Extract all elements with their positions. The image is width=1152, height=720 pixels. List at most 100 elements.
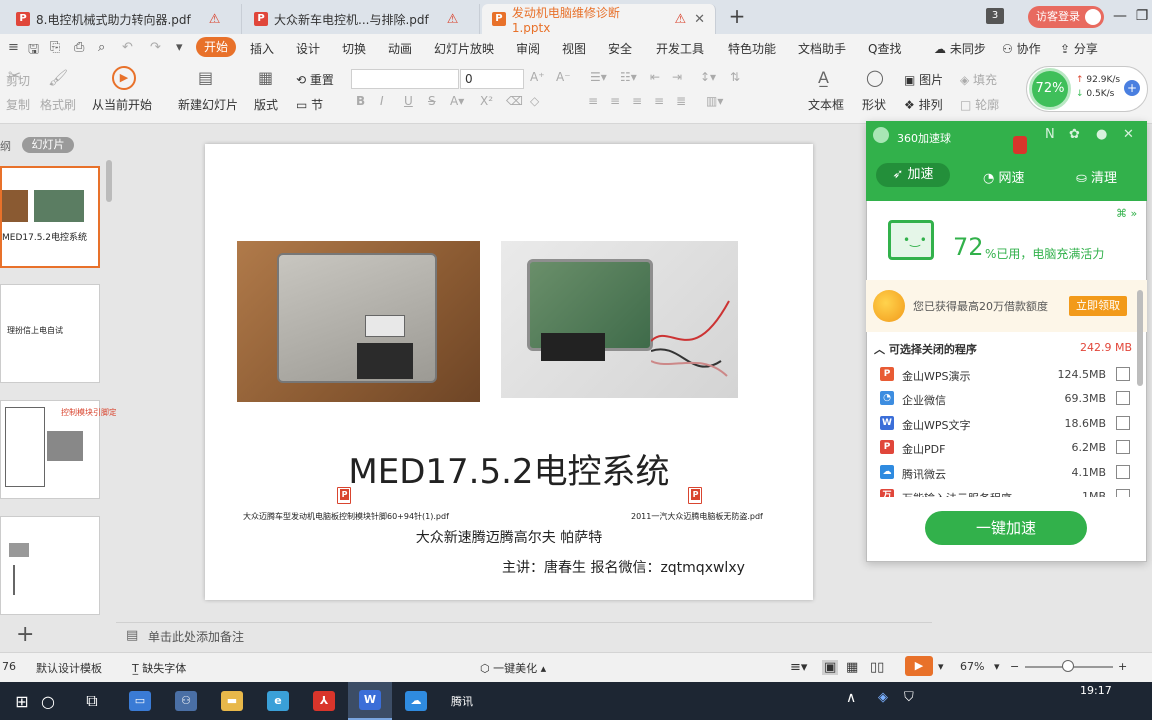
taskbar-app-explorer-window[interactable]: ▭ bbox=[118, 682, 162, 720]
taskbar-app-wps[interactable]: W bbox=[348, 682, 392, 720]
picture-button[interactable]: ▣ 图片 bbox=[904, 71, 943, 88]
justify-icon[interactable]: ≡ bbox=[654, 94, 664, 108]
menu-transition[interactable]: 切换 bbox=[342, 40, 366, 57]
play-from-current-button[interactable]: 从当前开始 bbox=[92, 96, 152, 113]
close-icon[interactable]: ✕ bbox=[1123, 127, 1134, 142]
menu-doc-assistant[interactable]: 文档助手 bbox=[798, 40, 846, 57]
minimize-icon[interactable]: — bbox=[1110, 6, 1130, 26]
taskbar-app-folder[interactable]: ▬ bbox=[210, 682, 254, 720]
slide-thumbnail-1[interactable]: MED17.5.2电控系统 bbox=[0, 166, 100, 268]
clear-format-icon[interactable]: ⌫ bbox=[506, 94, 523, 108]
add-slide-button[interactable]: + bbox=[16, 622, 34, 647]
slide-presenter[interactable]: 主讲：唐春生 报名微信：zqtmqxwlxy bbox=[502, 557, 745, 577]
menu-developer[interactable]: 开发工具 bbox=[656, 40, 704, 57]
tab-cleanup[interactable]: ⛀ 清理 bbox=[1076, 167, 1117, 186]
print-icon[interactable]: ⎙ bbox=[74, 40, 84, 55]
slide-thumbnail-2[interactable]: 理扮信上电自试 bbox=[0, 284, 100, 383]
taskbar-app-tencent[interactable]: 腾讯 bbox=[440, 682, 484, 720]
indent-increase-icon[interactable]: ⇥ bbox=[672, 70, 682, 84]
fill-button[interactable]: ◈ 填充 bbox=[960, 71, 997, 88]
italic-icon[interactable]: I bbox=[380, 94, 384, 108]
menu-review[interactable]: 审阅 bbox=[516, 40, 540, 57]
sorter-view-icon[interactable]: ▦ bbox=[846, 660, 858, 675]
program-checkbox[interactable] bbox=[1116, 415, 1130, 430]
undo-icon[interactable]: ↶ bbox=[122, 40, 133, 55]
indent-decrease-icon[interactable]: ⇤ bbox=[650, 70, 660, 84]
align-right-icon[interactable]: ≡ bbox=[632, 94, 642, 108]
chevron-up-icon[interactable]: ∧ bbox=[846, 690, 856, 706]
font-size-input[interactable]: 0 bbox=[460, 69, 524, 89]
taskbar-app-network[interactable]: ⚇ bbox=[164, 682, 208, 720]
attachment-name[interactable]: 大众迈腾车型发动机电脑板控制模块针脚60+94针(1).pdf bbox=[243, 511, 449, 522]
textbox-icon[interactable]: A̲ bbox=[818, 68, 829, 87]
closable-programs-header[interactable]: ︿ 可选择关闭的程序 bbox=[874, 341, 977, 357]
cut-button[interactable]: 剪切 bbox=[6, 72, 30, 89]
chevron-down-icon[interactable]: ▾ bbox=[994, 660, 1000, 673]
program-row[interactable]: ☁ 腾讯微云 4.1MB bbox=[866, 461, 1136, 485]
normal-view-icon[interactable]: ▣ bbox=[822, 660, 839, 675]
text-direction-icon[interactable]: ⇅ bbox=[730, 70, 740, 84]
new-slide-icon[interactable]: ▤ bbox=[198, 68, 213, 87]
outline-tab[interactable]: 纲 bbox=[0, 138, 11, 154]
task-view-button[interactable]: ⧉ bbox=[70, 682, 114, 720]
claim-button[interactable]: 立即领取 bbox=[1069, 296, 1127, 316]
numbering-icon[interactable]: ☷▾ bbox=[620, 70, 637, 84]
underline-icon[interactable]: U bbox=[404, 94, 413, 108]
news-icon[interactable]: N bbox=[1045, 127, 1055, 142]
chevron-down-icon[interactable]: ▾ bbox=[176, 40, 183, 55]
reset-button[interactable]: ⟲ 重置 bbox=[296, 71, 334, 88]
grow-font-icon[interactable]: A⁺ bbox=[530, 70, 545, 84]
zoom-out-icon[interactable]: − bbox=[1010, 660, 1019, 673]
program-list-scrollbar[interactable] bbox=[1137, 290, 1143, 386]
program-row[interactable]: P 金山PDF 6.2MB bbox=[866, 436, 1136, 460]
strikethrough-icon[interactable]: S bbox=[428, 94, 436, 108]
slides-tab[interactable]: 幻灯片 bbox=[22, 137, 74, 153]
taskbar-app-weiyun[interactable]: ☁ bbox=[394, 682, 438, 720]
new-tab-button[interactable]: + bbox=[726, 5, 748, 27]
slide-thumbnail-4[interactable] bbox=[0, 516, 100, 615]
guest-login-button[interactable]: 访客登录 bbox=[1028, 6, 1104, 28]
missing-font-button[interactable]: T̲ 缺失字体 bbox=[132, 660, 186, 676]
superscript-icon[interactable]: X² bbox=[480, 94, 493, 108]
align-left-icon[interactable]: ≡ bbox=[588, 94, 598, 108]
tab-pptx-ecu[interactable]: P 发动机电脑维修诊断1.pptx ⚠ ✕ bbox=[482, 4, 716, 35]
play-icon[interactable]: ▶ bbox=[112, 66, 136, 90]
bold-icon[interactable]: B bbox=[356, 94, 365, 108]
format-painter-button[interactable]: 格式刷 bbox=[40, 96, 76, 113]
zoom-in-icon[interactable]: + bbox=[1118, 660, 1127, 673]
font-color-icon[interactable]: A▾ bbox=[450, 94, 464, 108]
notes-placeholder[interactable]: 单击此处添加备注 bbox=[148, 628, 244, 645]
sync-status[interactable]: ☁ 未同步 bbox=[934, 40, 986, 57]
pdf-attachment-icon[interactable] bbox=[688, 487, 702, 504]
align-center-icon[interactable]: ≡ bbox=[610, 94, 620, 108]
distribute-icon[interactable]: ≣ bbox=[676, 94, 686, 108]
beautify-button[interactable]: ⬡ 一键美化 ▴ bbox=[480, 660, 546, 676]
ecu-photo-board[interactable] bbox=[501, 241, 738, 398]
program-checkbox[interactable] bbox=[1116, 489, 1130, 497]
textbox-button[interactable]: 文本框 bbox=[808, 96, 844, 113]
attachment-name[interactable]: 2011一汽大众迈腾电脑板无防盗.pdf bbox=[631, 511, 763, 522]
skin-icon[interactable]: ✿ bbox=[1069, 127, 1080, 142]
tray-app-icon[interactable]: ◈ bbox=[878, 690, 888, 705]
section-button[interactable]: ▭ 节 bbox=[296, 96, 323, 113]
game-mode-icon[interactable]: ⌘ » bbox=[1116, 207, 1137, 220]
program-row[interactable]: ◔ 企业微信 69.3MB bbox=[866, 387, 1136, 411]
chevron-down-icon[interactable]: ▾ bbox=[938, 660, 944, 673]
tab-pdf-steering[interactable]: P 8.电控机械式助力转向器.pdf ⚠ bbox=[6, 4, 242, 34]
slide-subtitle[interactable]: 大众新速腾迈腾高尔夫 帕萨特 bbox=[205, 527, 813, 547]
close-icon[interactable]: ✕ bbox=[694, 12, 705, 27]
font-name-input[interactable] bbox=[351, 69, 459, 89]
chat-icon[interactable]: ● bbox=[1096, 127, 1107, 142]
layout-button[interactable]: 版式 bbox=[254, 96, 278, 113]
tab-pdf-vw[interactable]: P 大众新车电控机...与排除.pdf ⚠ bbox=[244, 4, 480, 34]
eraser-icon[interactable]: ◇ bbox=[530, 94, 539, 108]
program-checkbox[interactable] bbox=[1116, 391, 1130, 406]
shrink-font-icon[interactable]: A⁻ bbox=[556, 70, 571, 84]
taskbar-app-pdf[interactable]: ⅄ bbox=[302, 682, 346, 720]
preview-icon[interactable]: ⌕ bbox=[98, 40, 105, 55]
copy-button[interactable]: 复制 bbox=[6, 96, 30, 113]
line-spacing-icon[interactable]: ↕▾ bbox=[700, 70, 716, 84]
taskbar-app-browser[interactable]: e bbox=[256, 682, 300, 720]
columns-icon[interactable]: ▥▾ bbox=[706, 94, 723, 108]
slide-thumbnail-3[interactable]: 控制模块引脚定义 bbox=[0, 400, 125, 499]
